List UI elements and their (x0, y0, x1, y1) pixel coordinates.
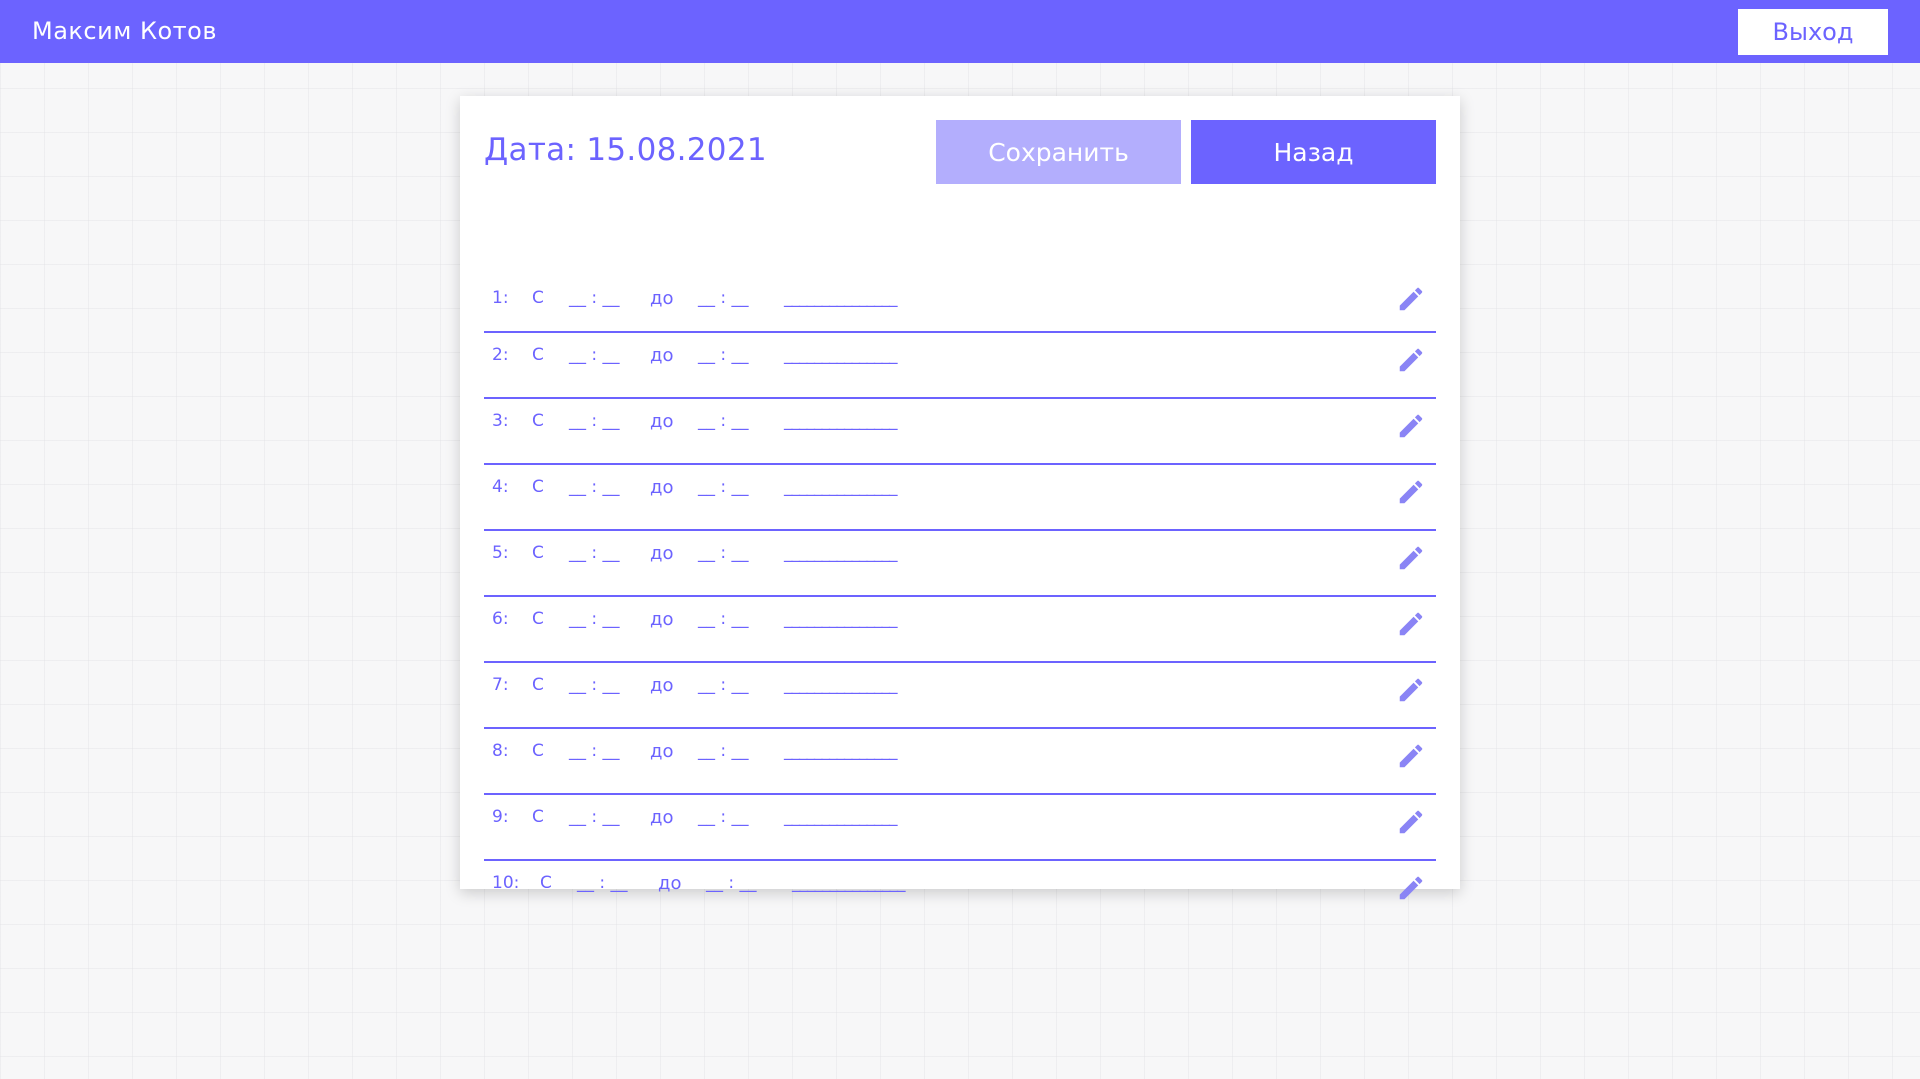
row-number: 8: (492, 741, 509, 761)
schedule-row: 6: С __ : __ до __ : __ _______________ (484, 597, 1436, 663)
pencil-icon[interactable] (1396, 807, 1426, 837)
name-field: _______________ (784, 345, 897, 365)
end-time-field: __ : __ (698, 807, 749, 827)
pencil-icon[interactable] (1396, 675, 1426, 705)
end-time-field: __ : __ (698, 609, 749, 629)
schedule-row: 1: С __ : __ до __ : __ _______________ (484, 270, 1436, 333)
schedule-row: 9: С __ : __ до __ : __ _______________ (484, 795, 1436, 861)
name-field: _______________ (784, 411, 897, 431)
to-label: до (650, 477, 674, 498)
name-field: _______________ (784, 675, 897, 695)
logout-button[interactable]: Выход (1738, 9, 1888, 55)
top-bar: Максим Котов Выход (0, 0, 1920, 63)
start-time-field: __ : __ (569, 741, 620, 761)
to-label: до (650, 609, 674, 630)
schedule-row: 8: С __ : __ до __ : __ _______________ (484, 729, 1436, 795)
pencil-icon[interactable] (1396, 543, 1426, 573)
start-time-field: __ : __ (577, 873, 628, 893)
name-field: _______________ (784, 609, 897, 629)
row-number: 3: (492, 411, 509, 431)
name-field: _______________ (784, 477, 897, 497)
start-time-field: __ : __ (569, 288, 620, 308)
from-label: С (540, 873, 552, 893)
end-time-field: __ : __ (706, 873, 757, 893)
name-field: _______________ (792, 873, 905, 893)
start-time-field: __ : __ (569, 543, 620, 563)
start-time-field: __ : __ (569, 675, 620, 695)
start-time-field: __ : __ (569, 345, 620, 365)
pencil-icon[interactable] (1396, 284, 1426, 314)
end-time-field: __ : __ (698, 543, 749, 563)
from-label: С (532, 675, 544, 695)
to-label: до (650, 675, 674, 696)
date-title: Дата: 15.08.2021 (484, 132, 767, 168)
from-label: С (532, 411, 544, 431)
to-label: до (650, 741, 674, 762)
start-time-field: __ : __ (569, 477, 620, 497)
start-time-field: __ : __ (569, 411, 620, 431)
schedule-card: Дата: 15.08.2021 Сохранить Назад 1: С __… (460, 96, 1460, 900)
schedule-row: 10: С __ : __ до __ : __ _______________ (484, 861, 1436, 927)
pencil-icon[interactable] (1396, 873, 1426, 903)
row-number: 4: (492, 477, 509, 497)
end-time-field: __ : __ (698, 741, 749, 761)
schedule-row: 7: С __ : __ до __ : __ _______________ (484, 663, 1436, 729)
start-time-field: __ : __ (569, 609, 620, 629)
row-number: 2: (492, 345, 509, 365)
from-label: С (532, 807, 544, 827)
pencil-icon[interactable] (1396, 477, 1426, 507)
name-field: _______________ (784, 741, 897, 761)
row-number: 5: (492, 543, 509, 563)
to-label: до (650, 288, 674, 309)
to-label: до (658, 873, 682, 894)
end-time-field: __ : __ (698, 675, 749, 695)
end-time-field: __ : __ (698, 345, 749, 365)
pencil-icon[interactable] (1396, 411, 1426, 441)
end-time-field: __ : __ (698, 411, 749, 431)
to-label: до (650, 411, 674, 432)
user-name: Максим Котов (32, 17, 217, 45)
name-field: _______________ (784, 807, 897, 827)
to-label: до (650, 807, 674, 828)
schedule-row: 4: С __ : __ до __ : __ _______________ (484, 465, 1436, 531)
to-label: до (650, 543, 674, 564)
row-number: 1: (492, 288, 509, 308)
start-time-field: __ : __ (569, 807, 620, 827)
from-label: С (532, 543, 544, 563)
name-field: _______________ (784, 543, 897, 563)
pencil-icon[interactable] (1396, 741, 1426, 771)
from-label: С (532, 741, 544, 761)
end-time-field: __ : __ (698, 288, 749, 308)
from-label: С (532, 288, 544, 308)
pencil-icon[interactable] (1396, 609, 1426, 639)
row-number: 7: (492, 675, 509, 695)
schedule-row: 2: С __ : __ до __ : __ _______________ (484, 333, 1436, 399)
back-button[interactable]: Назад (1191, 120, 1436, 184)
schedule-row: 3: С __ : __ до __ : __ _______________ (484, 399, 1436, 465)
save-button[interactable]: Сохранить (936, 120, 1181, 184)
from-label: С (532, 345, 544, 365)
schedule-row: 5: С __ : __ до __ : __ _______________ (484, 531, 1436, 597)
row-number: 9: (492, 807, 509, 827)
name-field: _______________ (784, 288, 897, 308)
pencil-icon[interactable] (1396, 345, 1426, 375)
schedule-list: 1: С __ : __ до __ : __ _______________ … (484, 270, 1436, 927)
end-time-field: __ : __ (698, 477, 749, 497)
row-number: 10: (492, 873, 520, 893)
from-label: С (532, 609, 544, 629)
from-label: С (532, 477, 544, 497)
to-label: до (650, 345, 674, 366)
row-number: 6: (492, 609, 509, 629)
